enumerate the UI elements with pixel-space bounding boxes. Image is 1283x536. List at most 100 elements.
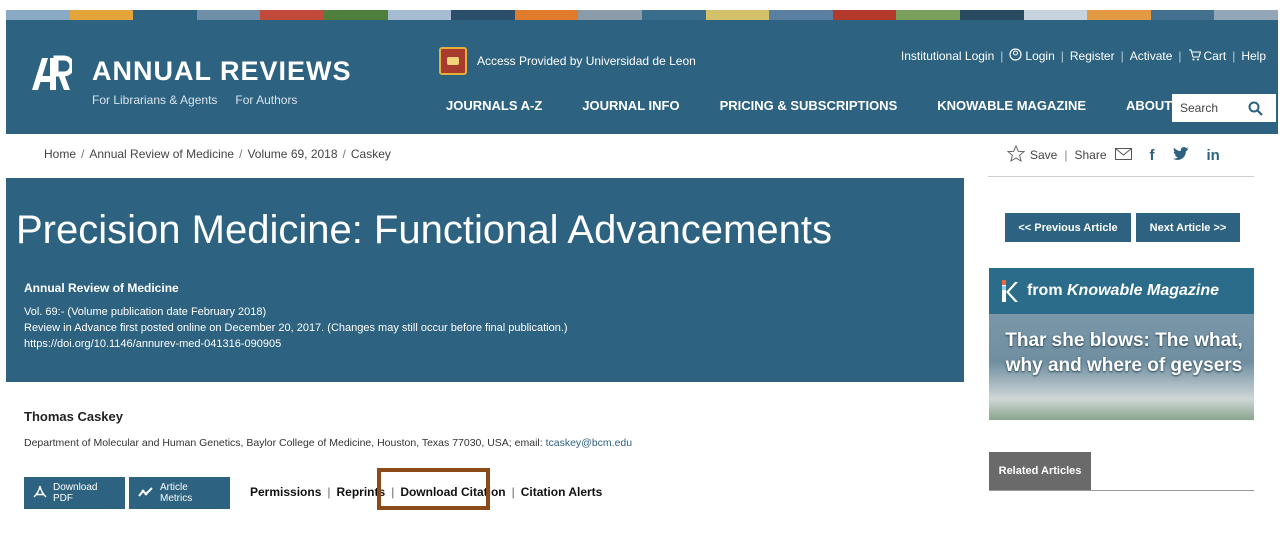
separator: | [1064,148,1068,162]
facebook-icon[interactable]: f [1150,147,1155,164]
stripe-block [451,10,515,20]
knowable-magazine-ad[interactable]: from Knowable Magazine Thar she blows: T… [989,268,1254,420]
stripe-block [133,10,197,20]
stripe-block [832,10,897,20]
register-link[interactable]: Register [1070,49,1115,63]
separator: | [1000,49,1004,63]
nav-journals-az[interactable]: JOURNALS A-Z [446,98,542,113]
page: ANNUAL REVIEWS For Librarians & Agents F… [0,0,1283,536]
separator: | [1120,49,1124,63]
citation-alerts-link[interactable]: Citation Alerts [521,485,603,499]
separator: / [239,147,243,161]
breadcrumb: Home / Annual Review of Medicine / Volume 69… [44,147,391,161]
linkedin-icon[interactable]: in [1207,147,1220,164]
pdf-icon [33,485,47,502]
download-pdf-button[interactable]: Download PDF [24,477,125,509]
stripe-block [1023,10,1088,20]
university-crest-icon [439,47,467,75]
download-pdf-label: Download PDF [53,482,98,504]
journal-name[interactable]: Annual Review of Medicine [24,281,179,295]
stripe-block [69,10,134,20]
advance-line: Review in Advance first posted online on… [24,322,568,334]
author-name[interactable]: Thomas Caskey [24,409,123,424]
ad-headline: Thar she blows: The what, why and where … [1005,330,1243,376]
stripe-block [514,10,579,20]
article-metrics-label: Article Metrics [160,482,193,504]
ad-image: Thar she blows: The what, why and where … [989,314,1254,420]
stripe-block [323,10,388,20]
author-email-link[interactable]: tcaskey@bcm.edu [546,437,633,449]
metrics-icon [138,486,154,501]
separator: | [1060,49,1064,63]
stripe-block [387,10,452,20]
user-icon [1009,48,1022,64]
cart-icon[interactable] [1188,48,1201,64]
email-icon[interactable] [1114,147,1132,163]
divider [988,176,1254,177]
next-article-button[interactable]: Next Article >> [1136,213,1240,242]
separator: | [327,485,331,499]
stripe-block [896,10,960,20]
related-articles-tab[interactable]: Related Articles [989,452,1091,490]
site-header: ANNUAL REVIEWS For Librarians & Agents F… [6,10,1278,134]
article-banner: Precision Medicine: Functional Advanceme… [6,178,964,382]
save-link[interactable]: Save [1030,148,1057,162]
volume-line: Vol. 69:- (Volume publication date Febru… [24,306,267,318]
article-metrics-button[interactable]: Article Metrics [129,477,230,509]
sub-nav: For Librarians & Agents For Authors [92,93,297,107]
ad-header: from Knowable Magazine [989,268,1254,314]
twitter-icon[interactable] [1172,146,1189,164]
nav-knowable-magazine[interactable]: KNOWABLE MAGAZINE [937,98,1086,113]
stripe-block [959,10,1024,20]
search-input[interactable] [1172,95,1244,121]
nav-pricing[interactable]: PRICING & SUBSCRIPTIONS [720,98,898,113]
stripe-block [578,10,642,20]
access-text: Access Provided by Universidad de Leon [477,54,696,68]
separator: | [511,485,515,499]
article-meta: Vol. 69:- (Volume publication date Febru… [24,304,568,352]
stripe-block [1150,10,1215,20]
login-link[interactable]: Login [1025,49,1054,63]
separator: | [1178,49,1182,63]
breadcrumb-journal[interactable]: Annual Review of Medicine [89,147,234,161]
previous-article-button[interactable]: << Previous Article [1005,213,1131,242]
stripe-block [6,10,70,20]
access-provider: Access Provided by Universidad de Leon [439,47,696,75]
ad-from: from Knowable Magazine [1027,282,1220,299]
nav-about[interactable]: ABOUT [1126,98,1172,113]
for-authors-link[interactable]: For Authors [235,93,297,107]
activate-link[interactable]: Activate [1130,49,1173,63]
account-links: Institutional Login | Login | Register |… [901,48,1266,64]
doi-link[interactable]: https://doi.org/10.1146/annurev-med-0413… [24,336,568,352]
for-librarians-link[interactable]: For Librarians & Agents [92,93,217,107]
stripe-block [196,10,261,20]
cart-link[interactable]: Cart [1204,49,1227,63]
nav-journal-info[interactable]: JOURNAL INFO [582,98,679,113]
share-label: Share [1074,148,1107,162]
divider [989,490,1254,491]
stripe-block [705,10,770,20]
brand-name[interactable]: ANNUAL REVIEWS [92,56,352,87]
stripe-block [260,10,324,20]
search-icon[interactable] [1244,97,1266,119]
share-bar: Save | Share f in [1006,144,1220,165]
separator: / [342,147,346,161]
annual-reviews-logo-icon[interactable] [28,54,75,94]
breadcrumb-home[interactable]: Home [44,147,76,161]
color-stripe [6,10,1278,20]
article-title: Precision Medicine: Functional Advanceme… [16,208,832,252]
separator: | [1232,49,1236,63]
stripe-block [769,10,833,20]
institutional-login-link[interactable]: Institutional Login [901,49,994,63]
help-link[interactable]: Help [1241,49,1266,63]
stripe-block [1087,10,1151,20]
stripe-block [641,10,706,20]
author-affiliation: Department of Molecular and Human Geneti… [24,437,633,449]
separator: / [81,147,85,161]
breadcrumb-volume[interactable]: Volume 69, 2018 [247,147,337,161]
star-icon[interactable] [1006,144,1026,165]
main-nav: JOURNALS A-Z JOURNAL INFO PRICING & SUBS… [446,98,1212,113]
breadcrumb-current: Caskey [350,147,391,161]
permissions-link[interactable]: Permissions [250,485,321,499]
download-citation-highlight [377,468,490,510]
